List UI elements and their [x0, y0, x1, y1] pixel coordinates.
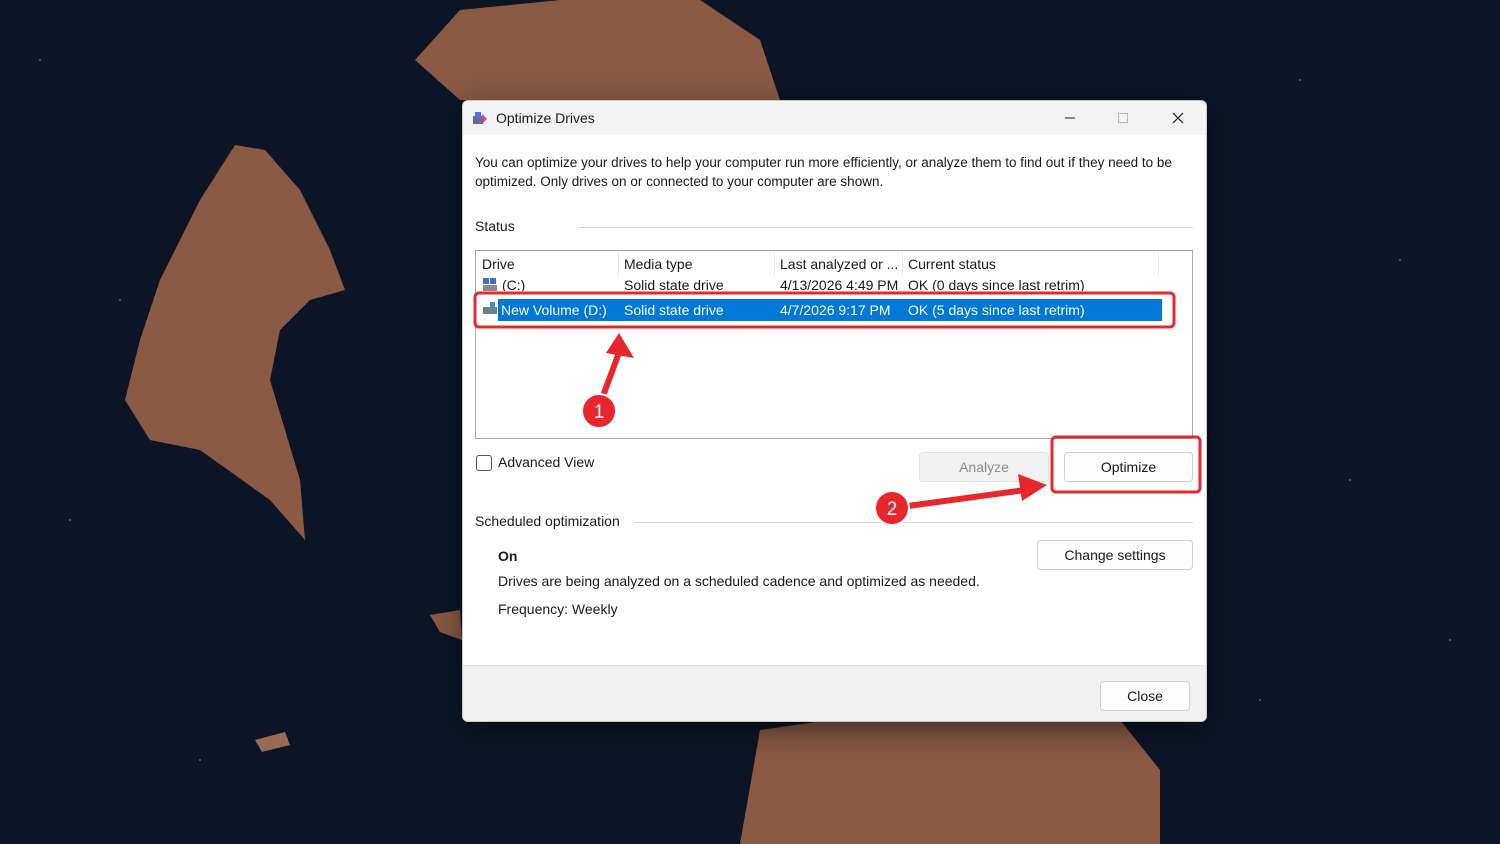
scheduled-divider	[635, 522, 1193, 523]
column-header-drive[interactable]: Drive	[482, 256, 515, 278]
analyze-button[interactable]: Analyze	[919, 452, 1049, 482]
column-separator[interactable]	[902, 253, 903, 275]
minimize-icon	[1065, 117, 1075, 119]
current-status: OK (0 days since last retrim)	[908, 277, 1085, 291]
system-drive-icon	[483, 278, 497, 291]
change-settings-button[interactable]: Change settings	[1037, 540, 1193, 570]
drive-name: New Volume (D:)	[501, 302, 607, 318]
column-header-media-type[interactable]: Media type	[624, 256, 692, 278]
maximize-button[interactable]	[1096, 101, 1150, 135]
close-window-button[interactable]	[1151, 101, 1205, 135]
close-icon	[1172, 112, 1184, 124]
optimize-button[interactable]: Optimize	[1064, 452, 1193, 482]
media-type: Solid state drive	[624, 302, 724, 318]
window-title: Optimize Drives	[496, 110, 595, 126]
column-separator[interactable]	[1158, 253, 1159, 275]
minimize-button[interactable]	[1043, 101, 1097, 135]
optimize-drives-app-icon	[473, 112, 487, 124]
close-button[interactable]: Close	[1100, 681, 1190, 711]
scheduled-optimization-label: Scheduled optimization	[475, 513, 620, 529]
status-label: Status	[475, 218, 515, 234]
description-text: You can optimize your drives to help you…	[475, 155, 1172, 189]
drive-name: (C:)	[502, 277, 526, 291]
current-status: OK (5 days since last retrim)	[908, 302, 1085, 318]
status-divider	[578, 227, 1193, 228]
advanced-view-label[interactable]: Advanced View	[498, 454, 594, 470]
list-header: Drive Media type Last analyzed or ... Cu…	[476, 251, 1192, 279]
last-analyzed: 4/7/2026 9:17 PM	[780, 302, 891, 318]
column-header-last-analyzed[interactable]: Last analyzed or ...	[780, 256, 898, 278]
schedule-frequency: Frequency: Weekly	[498, 601, 618, 617]
schedule-description: Drives are being analyzed on a scheduled…	[498, 573, 980, 589]
drive-row-d[interactable]: New Volume (D:) Solid state drive 4/7/20…	[498, 299, 1162, 321]
last-analyzed: 4/13/2026 4:49 PM	[780, 277, 899, 291]
drive-icon	[483, 302, 497, 314]
column-header-current-status[interactable]: Current status	[908, 256, 996, 278]
optimize-drives-window: Optimize Drives You can optimize your dr…	[462, 100, 1207, 722]
column-separator[interactable]	[774, 253, 775, 275]
drive-list[interactable]: Drive Media type Last analyzed or ... Cu…	[475, 250, 1193, 439]
drive-row-c[interactable]: (C:) Solid state drive 4/13/2026 4:49 PM…	[476, 277, 1162, 291]
advanced-view-checkbox[interactable]	[476, 455, 492, 471]
column-separator[interactable]	[618, 253, 619, 275]
maximize-icon	[1118, 113, 1128, 123]
title-bar: Optimize Drives	[463, 101, 1206, 135]
schedule-state: On	[498, 548, 518, 564]
footer: Close	[463, 665, 1206, 721]
media-type: Solid state drive	[624, 277, 724, 291]
